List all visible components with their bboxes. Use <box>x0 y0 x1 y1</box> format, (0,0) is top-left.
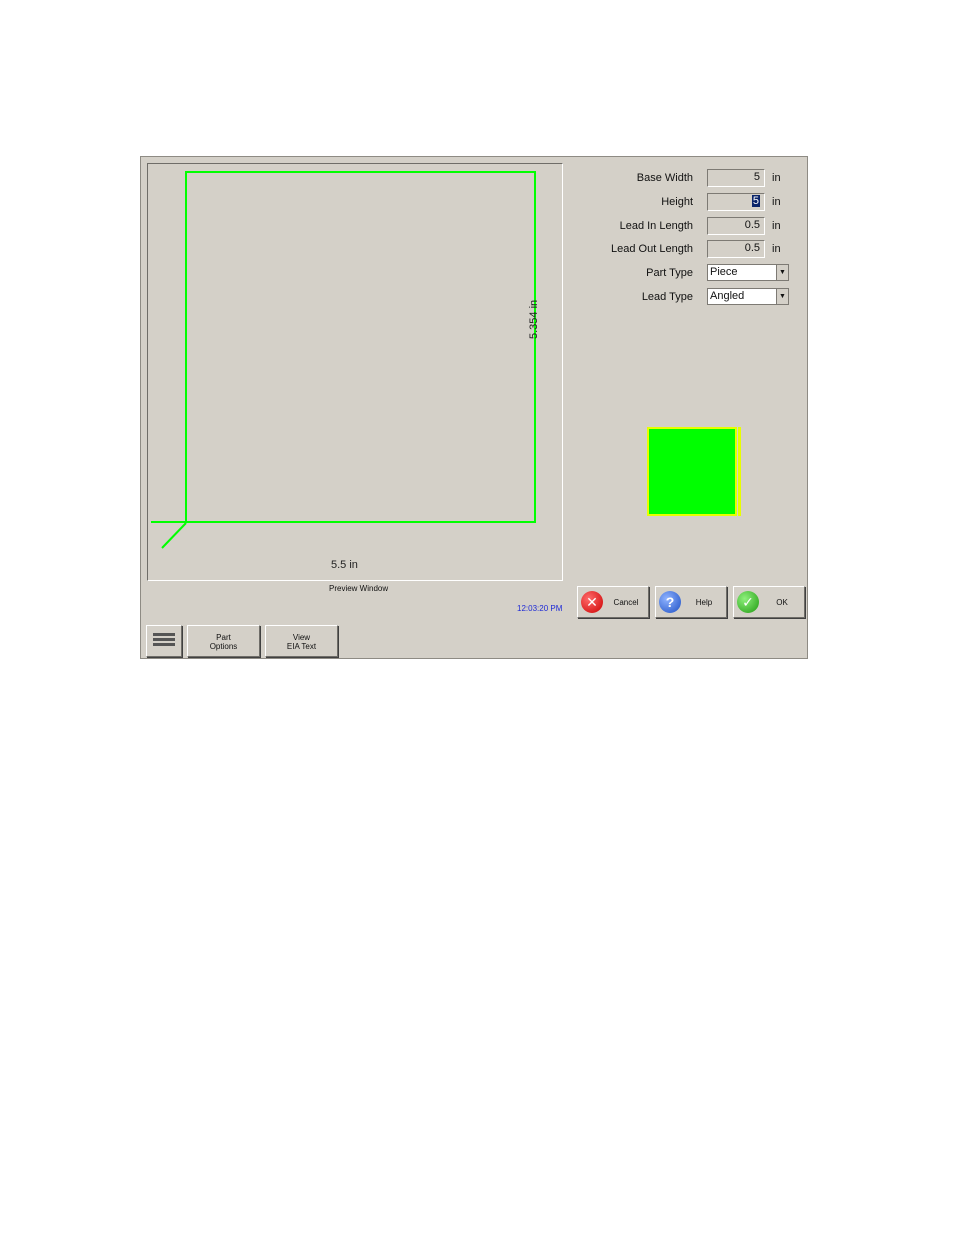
base-width-input[interactable]: 5 <box>707 169 765 187</box>
height-input-value: 5 <box>751 195 760 207</box>
keyboard-icon <box>153 631 175 650</box>
chevron-down-icon[interactable]: ▼ <box>776 265 788 280</box>
help-label: Help <box>695 598 713 607</box>
base-width-label: Base Width <box>636 172 693 184</box>
base-width-row: Base Width 5 in <box>581 169 801 187</box>
height-dimension-label: 5.354 in <box>528 299 540 339</box>
lead-in-length-label: Lead In Length <box>619 220 693 232</box>
lead-in-length-input[interactable]: 0.5 <box>707 217 765 235</box>
lead-in-length-unit: in <box>772 220 781 232</box>
keyboard-button[interactable] <box>146 625 182 657</box>
height-label: Height <box>661 196 693 208</box>
lead-out-length-row: Lead Out Length 0.5 in <box>581 240 801 258</box>
preview-canvas <box>151 171 536 549</box>
height-input[interactable]: 5 <box>707 193 765 211</box>
lead-in-line <box>161 522 187 549</box>
ok-label: OK <box>776 598 788 607</box>
lead-type-select[interactable]: Angled ▼ <box>707 288 789 305</box>
part-type-label: Part Type <box>646 267 693 279</box>
ok-button[interactable]: ✓ OK <box>733 586 805 618</box>
part-options-label-2: Options <box>209 642 238 651</box>
part-options-label-1: Part <box>216 633 231 642</box>
width-dimension-label: 5.5 in <box>331 559 358 571</box>
lead-out-length-label: Lead Out Length <box>611 243 693 255</box>
lead-type-label: Lead Type <box>641 291 693 303</box>
part-type-select[interactable]: Piece ▼ <box>707 264 789 281</box>
cancel-button[interactable]: ✕ Cancel <box>577 586 649 618</box>
height-row: Height 5 in <box>581 193 801 211</box>
view-eia-text-button[interactable]: View EIA Text <box>265 625 338 657</box>
thumbnail-edge <box>738 427 741 516</box>
view-eia-label-2: EIA Text <box>286 642 317 651</box>
part-type-value: Piece <box>710 266 738 278</box>
preview-window: 5.5 in 5.354 in <box>147 163 563 581</box>
help-button[interactable]: ? Help <box>655 586 727 618</box>
part-outline <box>185 171 536 523</box>
preview-caption: Preview Window <box>329 584 389 593</box>
cancel-icon: ✕ <box>581 591 603 613</box>
help-icon: ? <box>659 591 681 613</box>
lead-type-row: Lead Type Angled ▼ <box>581 288 801 306</box>
lead-out-length-unit: in <box>772 243 781 255</box>
chevron-down-icon[interactable]: ▼ <box>776 289 788 304</box>
clock: 12:03:20 PM <box>517 604 563 613</box>
lead-in-length-row: Lead In Length 0.5 in <box>581 217 801 235</box>
shape-wizard-window: 5.5 in 5.354 in Preview Window 12:03:20 … <box>140 156 808 659</box>
part-type-row: Part Type Piece ▼ <box>581 264 801 282</box>
height-unit: in <box>772 196 781 208</box>
lead-type-value: Angled <box>710 290 745 302</box>
check-icon: ✓ <box>737 591 759 613</box>
shape-thumbnail <box>647 427 741 516</box>
lead-out-length-input[interactable]: 0.5 <box>707 240 765 258</box>
view-eia-label-1: View <box>292 633 311 642</box>
part-options-button[interactable]: Part Options <box>187 625 260 657</box>
base-width-unit: in <box>772 172 781 184</box>
cancel-label: Cancel <box>613 598 639 607</box>
